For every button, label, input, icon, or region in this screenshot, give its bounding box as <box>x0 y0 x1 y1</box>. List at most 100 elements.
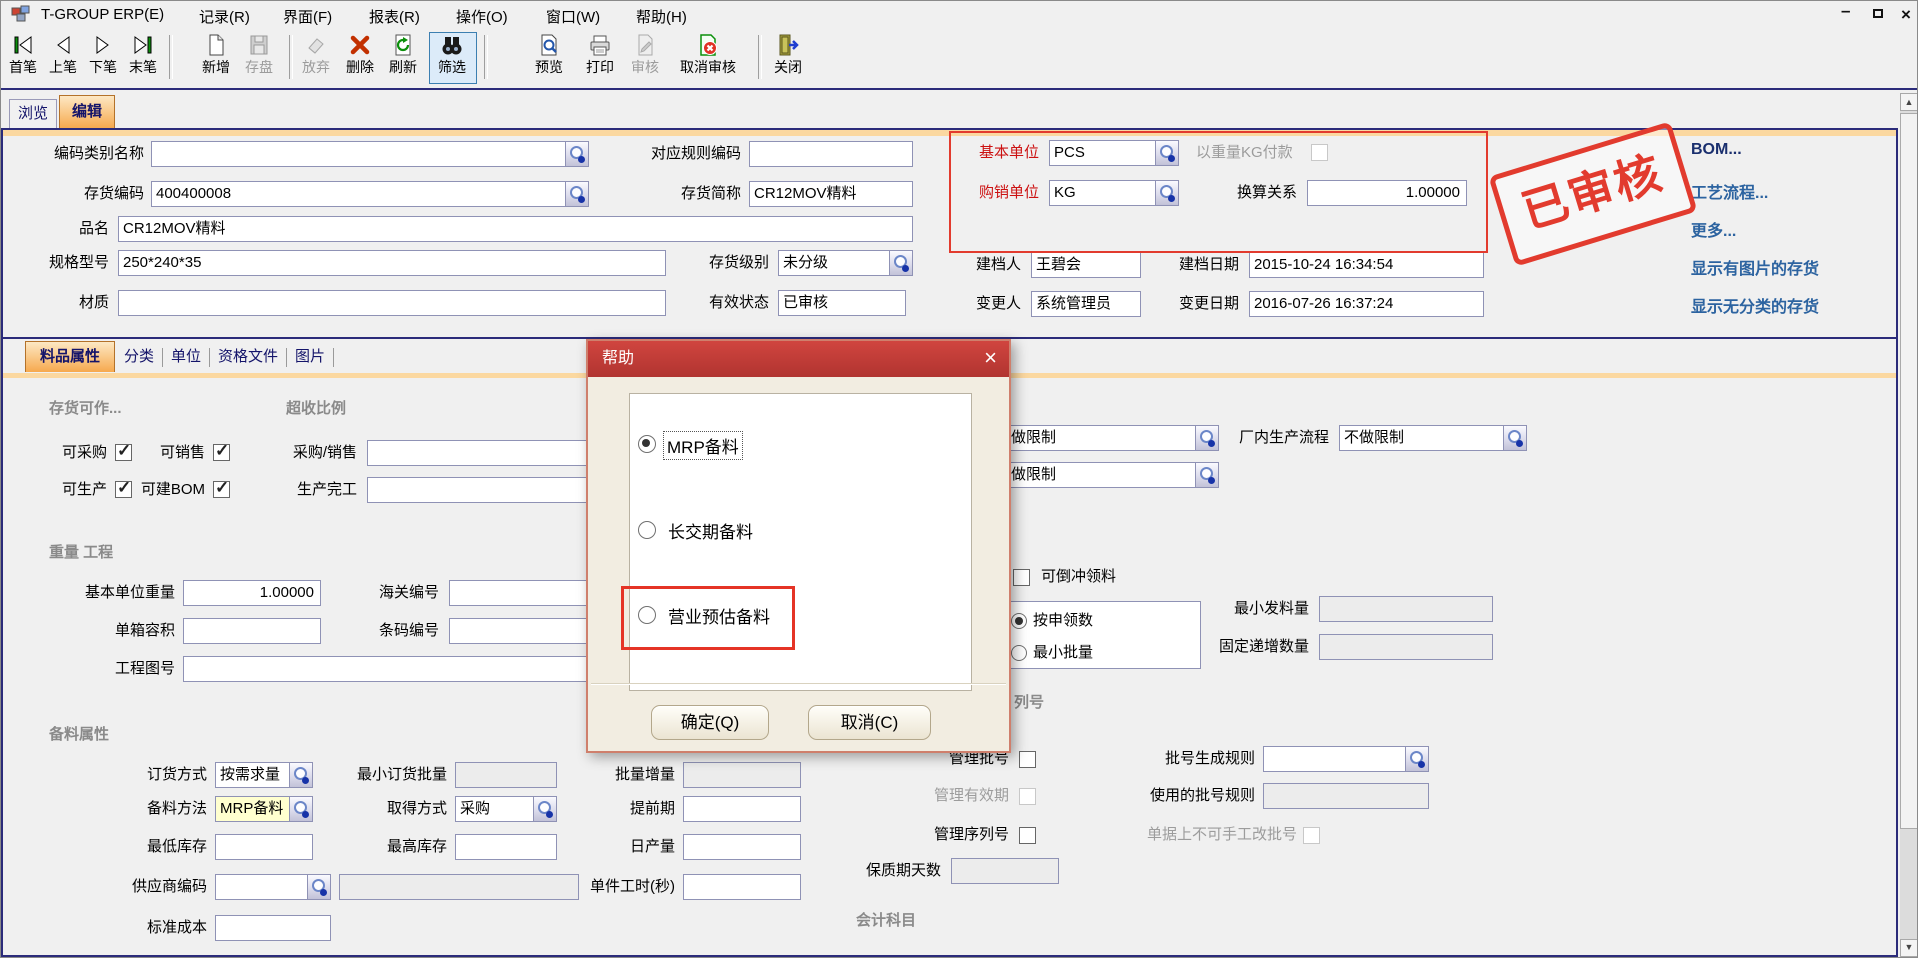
lookup-icon[interactable] <box>1155 180 1179 206</box>
toolbar-unaudit-button[interactable]: 取消审核 <box>676 32 740 82</box>
backflush-checkbox[interactable] <box>1013 569 1030 586</box>
unit-work-time-field[interactable] <box>683 874 801 900</box>
ok-button[interactable]: 确定(Q) <box>651 705 769 740</box>
dialog-close-icon[interactable]: × <box>984 341 997 375</box>
trade-unit-field[interactable]: KG <box>1049 180 1179 206</box>
toolbar-refresh-button[interactable]: 刷新 <box>381 32 425 82</box>
spec-field[interactable]: 250*240*35 <box>118 250 666 276</box>
menu-help[interactable]: 帮助(H) <box>636 6 687 27</box>
link-show-unclassified[interactable]: 显示无分类的存货 <box>1691 293 1819 317</box>
lookup-icon[interactable] <box>1195 462 1219 488</box>
menu-window[interactable]: 窗口(W) <box>546 6 600 27</box>
manage-serial-checkbox[interactable] <box>1019 827 1036 844</box>
inv-code-field[interactable]: 400400008 <box>151 181 589 207</box>
lookup-icon[interactable] <box>307 874 331 900</box>
lookup-icon[interactable] <box>889 250 913 276</box>
box-volume-field[interactable] <box>183 618 321 644</box>
link-process-flow[interactable]: 工艺流程... <box>1691 179 1768 203</box>
lookup-icon[interactable] <box>565 181 589 207</box>
toolbar-filter-button[interactable]: 筛选 <box>429 32 475 82</box>
toolbar-new-button[interactable]: 新增 <box>194 32 238 82</box>
code-class-field[interactable] <box>151 141 589 167</box>
menu-app[interactable]: T-GROUP ERP(E) <box>41 6 164 23</box>
tab-qualification-files[interactable]: 资格文件 <box>211 344 285 371</box>
max-stock-field[interactable] <box>455 834 557 860</box>
help-dialog-titlebar[interactable]: 帮助 × <box>588 341 1009 377</box>
cancel-button[interactable]: 取消(C) <box>808 705 931 740</box>
material-field[interactable] <box>118 290 666 316</box>
limit-field-b[interactable]: 不做限制 <box>991 462 1219 488</box>
menu-record[interactable]: 记录(R) <box>199 6 250 27</box>
rule-code-field[interactable] <box>749 141 913 167</box>
toolbar-prev-button[interactable]: 上笔 <box>41 32 85 82</box>
option-longlead-label[interactable]: 长交期备料 <box>668 518 753 543</box>
tab-classification[interactable]: 分类 <box>117 344 161 371</box>
base-unit-field[interactable]: PCS <box>1049 140 1179 166</box>
prep-method-field[interactable]: MRP备料 <box>215 796 313 822</box>
link-bom[interactable]: BOM... <box>1691 141 1742 159</box>
pay-by-weight-label: 以重量KG付款 <box>1196 143 1293 163</box>
inv-abbr-field[interactable]: CR12MOV精料 <box>749 181 913 207</box>
acquire-mode-field[interactable]: 采购 <box>455 796 557 822</box>
scrollbar-thumb[interactable] <box>1900 113 1918 829</box>
trade-unit-label: 购销单位 <box>979 183 1039 203</box>
product-name-field[interactable]: CR12MOV精料 <box>118 216 913 242</box>
menu-interface[interactable]: 界面(F) <box>283 6 332 27</box>
purchasable-checkbox[interactable] <box>115 444 132 461</box>
tab-browse[interactable]: 浏览 <box>9 99 57 128</box>
limit-field-a[interactable]: 不做限制 <box>991 425 1219 451</box>
min-stock-field[interactable] <box>215 834 313 860</box>
lookup-icon[interactable] <box>1195 425 1219 451</box>
toolbar-delete-button[interactable]: 删除 <box>338 32 382 82</box>
inv-level-field[interactable]: 未分级 <box>778 250 913 276</box>
lookup-icon[interactable] <box>1405 746 1429 772</box>
option-longlead-radio[interactable] <box>638 521 656 539</box>
option-mrp-label[interactable]: MRP备料 <box>664 432 742 459</box>
toolbar-first-button[interactable]: 首笔 <box>1 32 45 82</box>
lookup-icon[interactable] <box>1155 140 1179 166</box>
restore-button[interactable] <box>1873 9 1883 18</box>
toolbar-print-button[interactable]: 打印 <box>578 32 622 82</box>
sellable-checkbox[interactable] <box>213 444 230 461</box>
manage-batch-checkbox[interactable] <box>1019 751 1036 768</box>
toolbar-preview-button[interactable]: 预览 <box>527 32 571 82</box>
close-window-button[interactable]: × <box>1901 5 1911 25</box>
modify-date-label: 变更日期 <box>1179 294 1239 314</box>
scrollbar-up-icon[interactable]: ▲ <box>1900 93 1918 111</box>
tab-unit[interactable]: 单位 <box>164 344 208 371</box>
batch-rule-field[interactable] <box>1263 746 1429 772</box>
base-unit-weight-field[interactable]: 1.00000 <box>183 580 321 606</box>
link-more[interactable]: 更多... <box>1691 217 1736 241</box>
toolbar-close-button[interactable]: 关闭 <box>766 32 810 82</box>
issue-by-request-radio[interactable] <box>1011 613 1027 629</box>
lookup-icon[interactable] <box>533 796 557 822</box>
conversion-field[interactable]: 1.00000 <box>1307 180 1467 206</box>
menu-report[interactable]: 报表(R) <box>369 6 420 27</box>
tab-images[interactable]: 图片 <box>288 344 332 371</box>
lookup-icon[interactable] <box>289 762 313 788</box>
link-show-with-image[interactable]: 显示有图片的存货 <box>1691 255 1819 279</box>
scrollbar-down-icon[interactable]: ▼ <box>1900 939 1918 957</box>
daily-output-field[interactable] <box>683 834 801 860</box>
producible-checkbox[interactable] <box>115 481 132 498</box>
material-label: 材质 <box>79 293 109 313</box>
factory-flow-field[interactable]: 不做限制 <box>1339 425 1527 451</box>
erp-window: T-GROUP ERP(E) 记录(R) 界面(F) 报表(R) 操作(O) 窗… <box>0 0 1918 958</box>
minimize-button[interactable]: – <box>1841 1 1850 21</box>
toolbar-last-button[interactable]: 末笔 <box>121 32 165 82</box>
lead-time-field[interactable] <box>683 796 801 822</box>
std-cost-field[interactable] <box>215 915 331 941</box>
supplier-code-field[interactable] <box>215 874 331 900</box>
toolbar-next-button[interactable]: 下笔 <box>81 32 125 82</box>
tab-edit[interactable]: 编辑 <box>59 95 115 128</box>
can-bom-checkbox[interactable] <box>213 481 230 498</box>
option-mrp-radio[interactable] <box>638 435 656 453</box>
tab-item-attributes[interactable]: 料品属性 <box>25 341 115 372</box>
lookup-icon[interactable] <box>565 141 589 167</box>
order-mode-field[interactable]: 按需求量 <box>215 762 313 788</box>
lookup-icon[interactable] <box>289 796 313 822</box>
menu-operation[interactable]: 操作(O) <box>456 6 508 27</box>
creator-field: 王碧会 <box>1031 252 1141 278</box>
lookup-icon[interactable] <box>1503 425 1527 451</box>
issue-by-minbatch-radio[interactable] <box>1011 645 1027 661</box>
